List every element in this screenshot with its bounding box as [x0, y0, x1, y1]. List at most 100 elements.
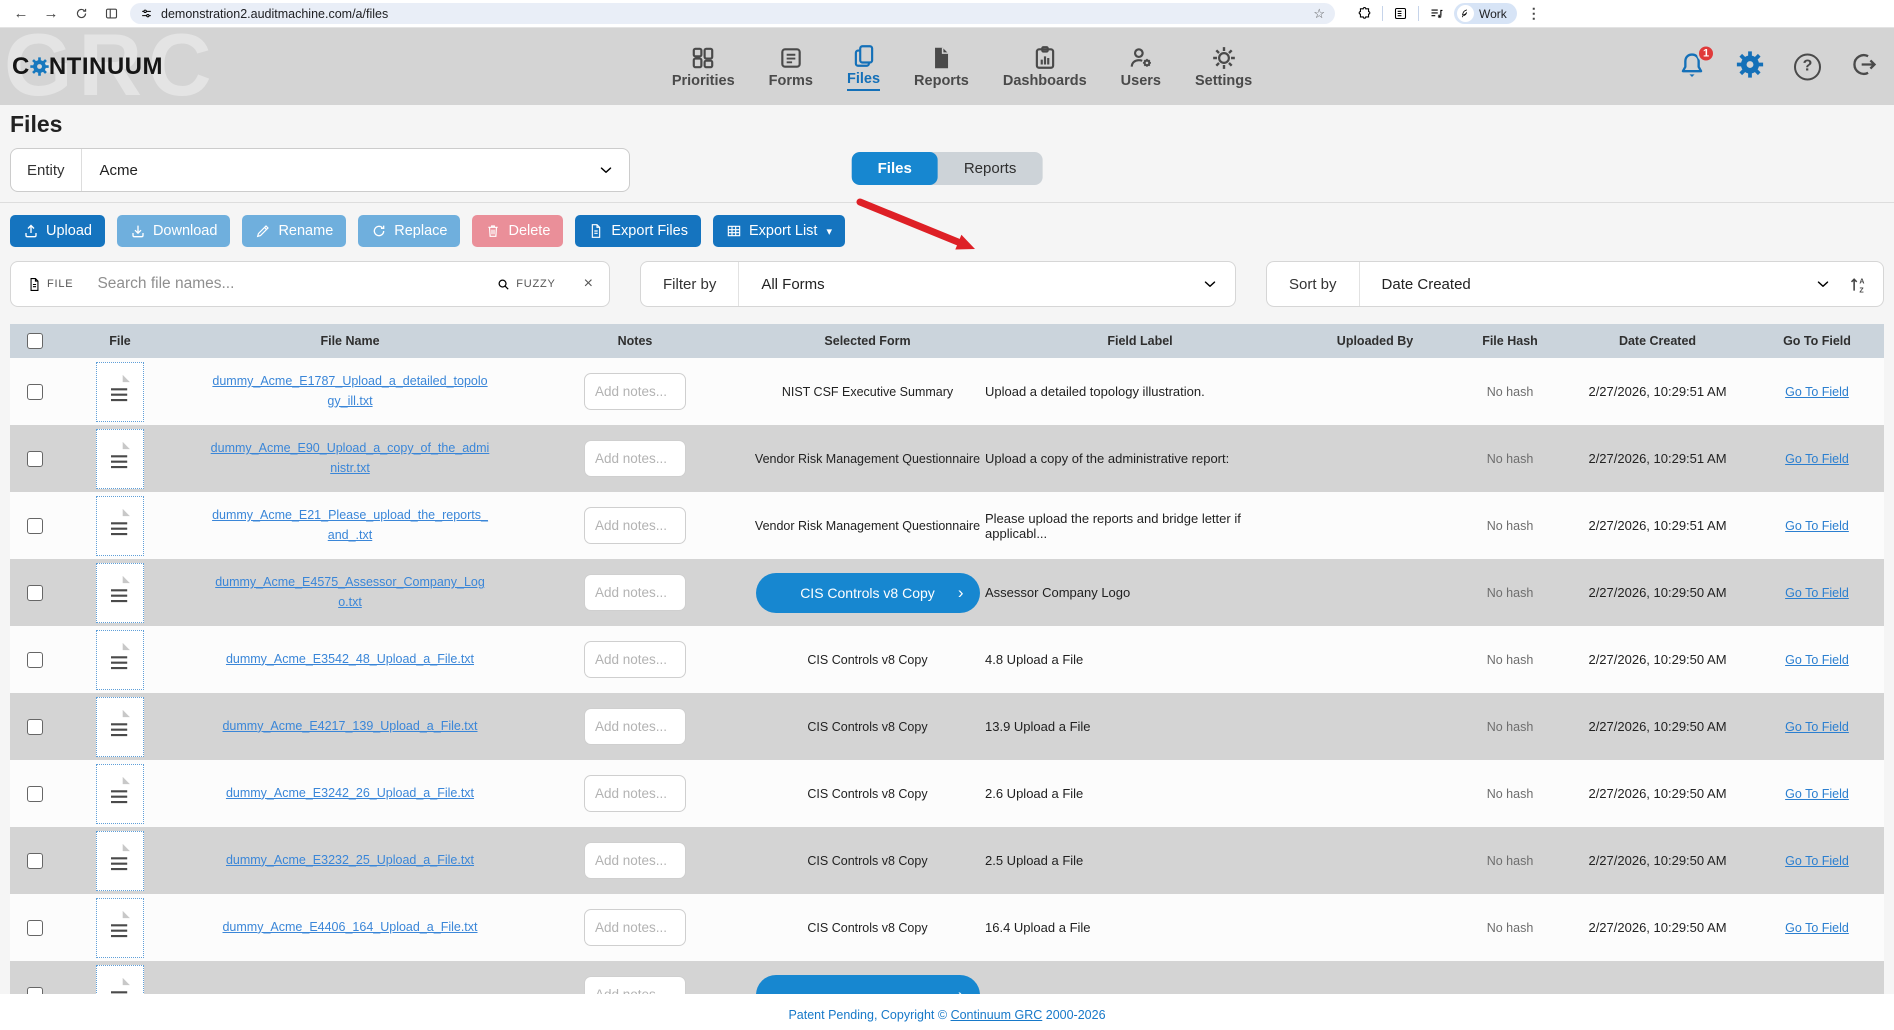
tab-list-icon[interactable] [1429, 6, 1444, 21]
row-checkbox[interactable] [27, 384, 43, 400]
brand-logo[interactable]: C NTINUUM [12, 53, 163, 81]
notes-input[interactable] [584, 641, 686, 678]
selected-form-button[interactable]: › [756, 975, 980, 995]
clear-search-button[interactable]: × [584, 275, 593, 293]
site-settings-icon[interactable] [140, 7, 153, 20]
go-to-field-link[interactable]: Go To Field [1785, 854, 1849, 868]
toggle-reports-button[interactable]: Reports [938, 152, 1043, 185]
date-created: 2/27/2026, 10:29:51 AM [1565, 492, 1750, 559]
row-checkbox[interactable] [27, 719, 43, 735]
browser-menu-icon[interactable]: ⋮ [1527, 5, 1541, 22]
filter-by-select[interactable]: Filter by All Forms [640, 261, 1236, 307]
side-panel-icon[interactable] [100, 3, 122, 25]
nav-item-reports[interactable]: Reports [914, 45, 969, 91]
nav-item-dashboards[interactable]: Dashboards [1003, 45, 1087, 91]
row-checkbox[interactable] [27, 451, 43, 467]
notes-input[interactable] [584, 373, 686, 410]
field-label: 13.9 Upload a File [985, 693, 1295, 760]
file-thumbnail[interactable] [96, 429, 144, 489]
file-thumbnail[interactable] [96, 764, 144, 824]
sort-direction-button[interactable]: A Z [1848, 274, 1869, 295]
forward-button[interactable]: → [40, 3, 62, 25]
help-button[interactable]: ? [1794, 53, 1821, 80]
address-bar[interactable]: demonstration2.auditmachine.com/a/files … [130, 3, 1335, 24]
replace-button[interactable]: Replace [358, 215, 460, 247]
go-to-field-link[interactable]: Go To Field [1785, 720, 1849, 734]
notes-input[interactable] [584, 976, 686, 994]
continuum-grc-link[interactable]: Continuum GRC [951, 1008, 1043, 1022]
bookmark-star-icon[interactable]: ☆ [1313, 6, 1325, 22]
upload-button[interactable]: Upload [10, 215, 105, 247]
profile-chip[interactable]: Work [1454, 3, 1517, 24]
nav-item-files[interactable]: Files [847, 43, 880, 91]
row-checkbox[interactable] [27, 786, 43, 802]
file-thumbnail[interactable] [96, 362, 144, 422]
sort-by-select[interactable]: Sort by Date Created A Z [1266, 261, 1884, 307]
nav-item-settings[interactable]: Settings [1195, 45, 1252, 91]
file-name-link[interactable]: dummy_Acme_E21_Please_upload_the_reports… [180, 506, 520, 545]
back-button[interactable]: ← [10, 3, 32, 25]
file-name-link[interactable]: dummy_Acme_E3542_48_Upload_a_File.txt [196, 650, 504, 669]
go-to-field-link[interactable]: Go To Field [1785, 787, 1849, 801]
file-name-link[interactable]: dummy_Acme_E3232_25_Upload_a_File.txt [196, 851, 504, 870]
row-checkbox[interactable] [27, 987, 43, 995]
file-thumbnail[interactable] [96, 630, 144, 690]
toggle-files-button[interactable]: Files [852, 152, 938, 185]
file-name-link[interactable]: dummy_Acme_E90_Upload_a_copy_of_the_admi… [180, 439, 520, 478]
notes-input[interactable] [584, 708, 686, 745]
logout-button[interactable] [1850, 50, 1878, 83]
go-to-field-link[interactable]: Go To Field [1785, 586, 1849, 600]
nav-item-users[interactable]: Users [1121, 45, 1161, 91]
select-all-checkbox[interactable] [27, 333, 43, 349]
file-thumbnail[interactable] [96, 697, 144, 757]
row-checkbox[interactable] [27, 518, 43, 534]
fuzzy-toggle[interactable]: FUZZY [516, 278, 555, 290]
go-to-field-link[interactable]: Go To Field [1785, 519, 1849, 533]
file-name-link[interactable]: dummy_Acme_E4575_Assessor_Company_Logo.t… [180, 573, 520, 612]
row-checkbox[interactable] [27, 585, 43, 601]
goto-cell: Go To Field [1750, 492, 1884, 559]
notes-cell [520, 358, 750, 425]
notes-input[interactable] [584, 842, 686, 879]
delete-button[interactable]: Delete [472, 215, 563, 247]
export-files-button[interactable]: Export Files [575, 215, 701, 247]
go-to-field-link[interactable]: Go To Field [1785, 653, 1849, 667]
export-list-button[interactable]: Export List ▾ [713, 215, 845, 247]
row-checkbox[interactable] [27, 652, 43, 668]
row-checkbox[interactable] [27, 853, 43, 869]
file-name-link[interactable]: dummy_Acme_E4406_164_Upload_a_File.txt [192, 918, 507, 937]
file-thumbnail[interactable] [96, 563, 144, 623]
notes-cell [520, 827, 750, 894]
nav-item-forms[interactable]: Forms [769, 45, 813, 91]
notes-input[interactable] [584, 440, 686, 477]
file-thumbnail[interactable] [96, 831, 144, 891]
extensions-icon[interactable] [1357, 6, 1372, 21]
download-button[interactable]: Download [117, 215, 231, 247]
admin-settings-button[interactable] [1735, 49, 1765, 84]
rename-button[interactable]: Rename [242, 215, 346, 247]
notes-input[interactable] [584, 909, 686, 946]
notes-input[interactable] [584, 775, 686, 812]
go-to-field-link[interactable]: Go To Field [1785, 921, 1849, 935]
uploaded-by [1295, 559, 1455, 626]
file-name-link[interactable]: dummy_Acme_E4217_139_Upload_a_File.txt [192, 717, 507, 736]
selected-form-cell: CIS Controls v8 Copy [750, 626, 985, 693]
file-name-link[interactable]: dummy_Acme_E1787_Upload_a_detailed_topol… [180, 372, 520, 411]
nav-item-priorities[interactable]: Priorities [672, 45, 735, 91]
file-thumbnail[interactable] [96, 898, 144, 958]
selected-form-button[interactable]: CIS Controls v8 Copy› [756, 573, 980, 613]
reading-list-icon[interactable] [1393, 6, 1408, 21]
reload-button[interactable] [70, 3, 92, 25]
notes-input[interactable] [584, 507, 686, 544]
file-name-link[interactable]: dummy_Acme_E3242_26_Upload_a_File.txt [196, 784, 504, 803]
notifications-button[interactable]: 1 [1678, 50, 1706, 83]
go-to-field-link[interactable]: Go To Field [1785, 385, 1849, 399]
file-thumbnail[interactable] [96, 496, 144, 556]
search-input[interactable] [97, 275, 496, 293]
notes-input[interactable] [584, 574, 686, 611]
checkbox-cell [10, 358, 60, 425]
go-to-field-link[interactable]: Go To Field [1785, 452, 1849, 466]
row-checkbox[interactable] [27, 920, 43, 936]
file-thumbnail[interactable] [96, 965, 144, 995]
entity-select[interactable]: Entity Acme [10, 148, 630, 192]
